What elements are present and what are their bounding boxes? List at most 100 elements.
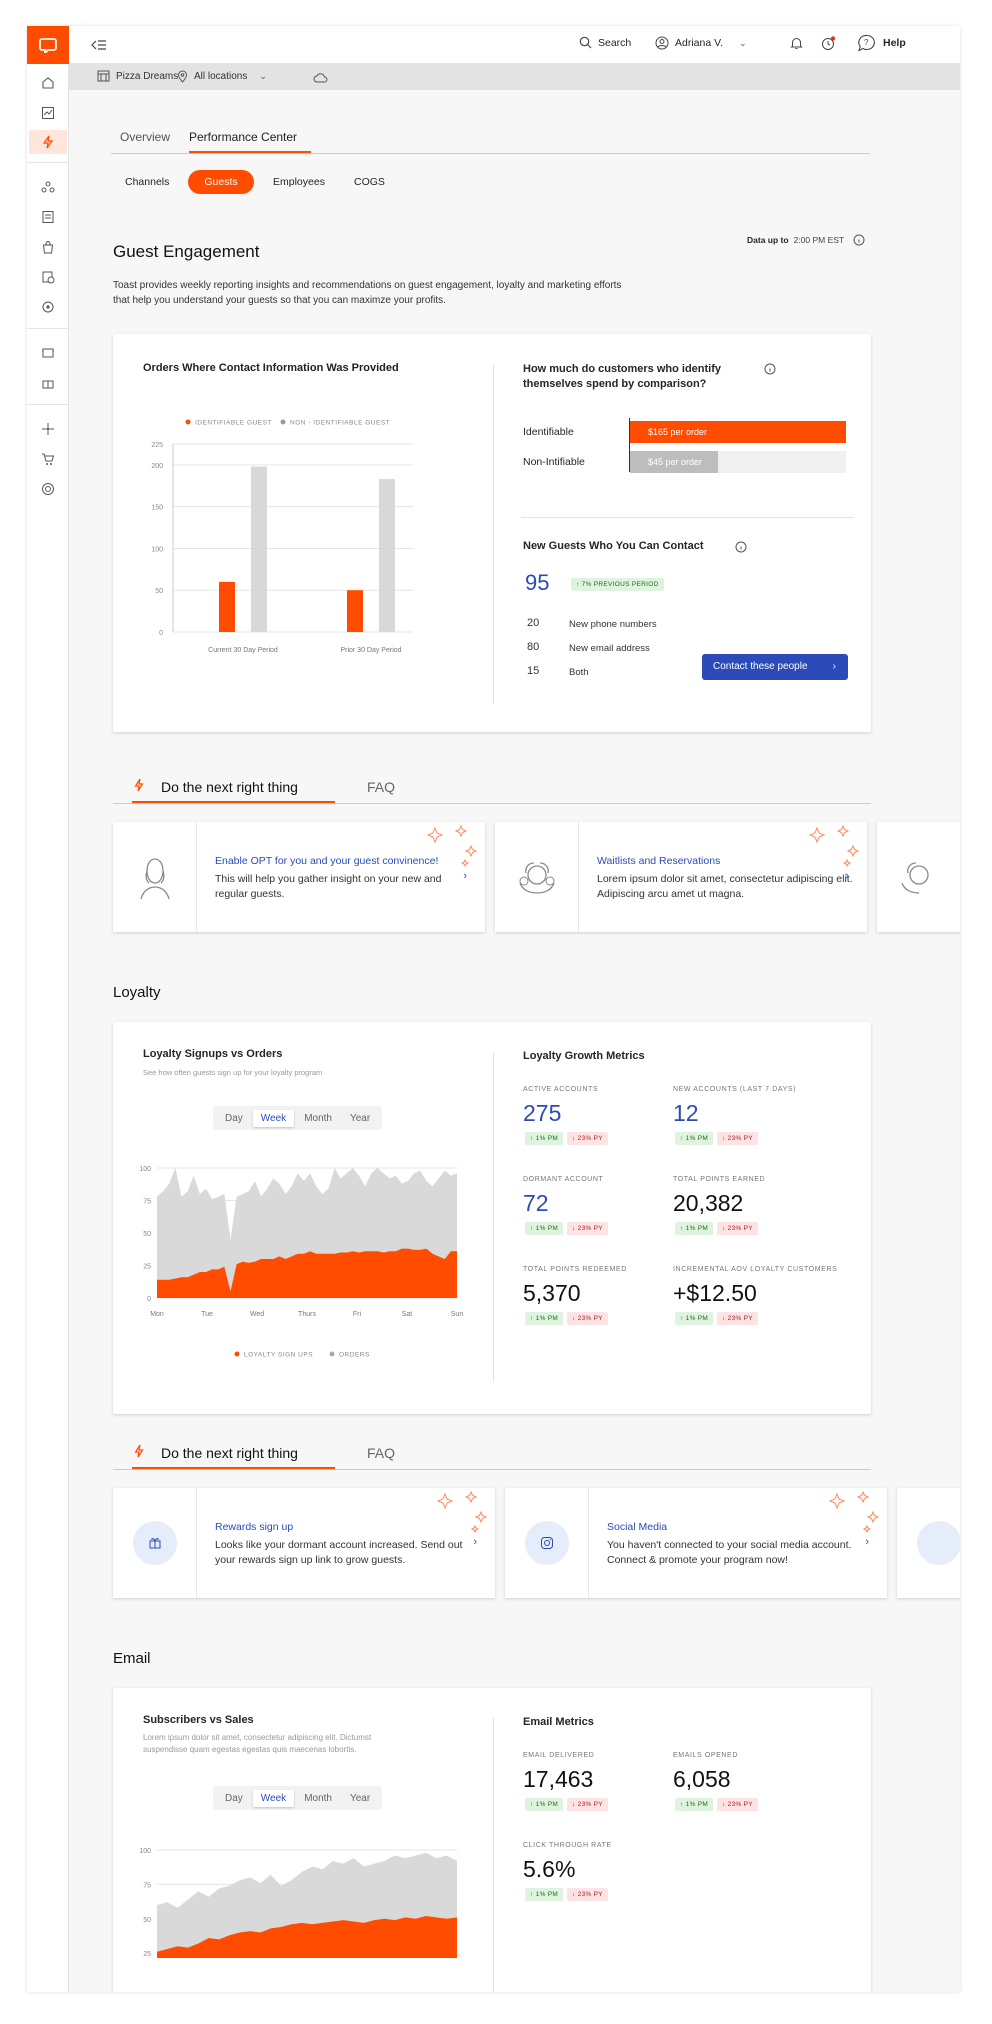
tab-overview[interactable]: Overview bbox=[120, 130, 170, 144]
recommendation-card[interactable]: Enable OPT for you and your guest convin… bbox=[113, 822, 485, 932]
guest-description-line-1: Toast provides weekly reporting insights… bbox=[113, 280, 622, 291]
home-icon[interactable] bbox=[37, 72, 59, 94]
metric-label: TOTAL POINTS EARNED bbox=[673, 1176, 766, 1183]
legend-dot bbox=[280, 419, 286, 425]
shopping-bag-icon[interactable] bbox=[37, 236, 59, 258]
metric-value: 12 bbox=[673, 1100, 699, 1126]
metric-label: DORMANT ACCOUNT bbox=[523, 1176, 604, 1183]
tab-next-right-thing[interactable]: Do the next right thing bbox=[161, 1445, 298, 1461]
spend-comparison-title: How much do customers who identify thems… bbox=[523, 363, 722, 390]
recommendation-card[interactable]: Waitlists and Reservations Lorem ipsum d… bbox=[495, 822, 867, 932]
info-icon[interactable] bbox=[764, 363, 776, 375]
timer-icon[interactable] bbox=[821, 35, 837, 56]
contact-these-people-button[interactable]: Contact these people › bbox=[702, 654, 848, 680]
guest-avatar-icon bbox=[139, 858, 170, 900]
chevron-right-icon[interactable]: › bbox=[865, 1536, 869, 1548]
chevron-right-icon[interactable]: › bbox=[463, 870, 467, 882]
metric-label: TOTAL POINTS REDEEMED bbox=[523, 1266, 627, 1273]
period-year[interactable]: Year bbox=[342, 1110, 378, 1127]
reports-icon[interactable] bbox=[37, 102, 59, 124]
period-day[interactable]: Day bbox=[217, 1790, 251, 1807]
chevron-right-icon[interactable]: › bbox=[845, 870, 849, 882]
period-day[interactable]: Day bbox=[217, 1110, 251, 1127]
team-icon[interactable] bbox=[37, 176, 59, 198]
subtab-employees[interactable]: Employees bbox=[273, 176, 325, 188]
chevron-down-icon: ⌄ bbox=[739, 37, 747, 48]
period-week[interactable]: Week bbox=[252, 1789, 295, 1807]
new-guests-title: New Guests Who You Can Contact bbox=[523, 540, 704, 552]
metric-value: +$12.50 bbox=[673, 1280, 757, 1306]
subtab-channels[interactable]: Channels bbox=[125, 176, 169, 188]
search-icon bbox=[579, 36, 592, 49]
contact-label-both: Both bbox=[569, 667, 589, 678]
sparkle-icon bbox=[427, 824, 478, 868]
tab-next-right-thing[interactable]: Do the next right thing bbox=[161, 779, 298, 795]
legend-dot bbox=[234, 1351, 240, 1357]
y-tick-label: 0 bbox=[147, 1296, 151, 1303]
metric-label: NEW ACCOUNTS (LAST 7 DAYS) bbox=[673, 1086, 797, 1093]
tab-performance-center[interactable]: Performance Center bbox=[189, 130, 297, 144]
contact-label-phone: New phone numbers bbox=[569, 619, 657, 630]
bar bbox=[347, 590, 363, 632]
period-year[interactable]: Year bbox=[342, 1790, 378, 1807]
y-tick-label: 25 bbox=[143, 1264, 151, 1271]
restaurant-selector[interactable]: Pizza Dreams bbox=[97, 70, 178, 82]
settings-circle-icon[interactable] bbox=[37, 478, 59, 500]
contact-count-phone: 20 bbox=[527, 617, 540, 629]
location-selector[interactable]: All locations ⌄ bbox=[177, 70, 267, 83]
kitchen-icon[interactable] bbox=[37, 342, 59, 364]
recommendation-title[interactable]: Waitlists and Reservations bbox=[597, 855, 720, 867]
period-month[interactable]: Month bbox=[296, 1790, 340, 1807]
metric-badge-py: ↓ 23% PY bbox=[717, 1798, 758, 1811]
tab-faq[interactable]: FAQ bbox=[367, 1445, 395, 1461]
recommendation-title[interactable]: Enable OPT for you and your guest convin… bbox=[215, 855, 438, 867]
help-chat-icon: ? bbox=[858, 34, 875, 52]
spend-bar-identifiable: $165 per order bbox=[630, 421, 846, 443]
recommendation-card-partial[interactable] bbox=[897, 1488, 960, 1598]
period-month[interactable]: Month bbox=[296, 1110, 340, 1127]
legend-label: NON - IDENTIFIABLE GUEST bbox=[290, 420, 390, 427]
x-tick-label: Sat bbox=[402, 1311, 413, 1318]
performance-icon[interactable] bbox=[29, 130, 67, 154]
loyalty-title: Loyalty bbox=[113, 984, 161, 1001]
x-tick-label: Tue bbox=[201, 1311, 213, 1318]
recommendation-title[interactable]: Rewards sign up bbox=[215, 1521, 293, 1533]
loyalty-area-chart: 100 75 50 25 0 Mon Tue Wed Thurs Fri Sat Sun LOYALTY… bbox=[139, 1166, 463, 1359]
x-tick-label: Prior 30 Day Period bbox=[340, 647, 401, 654]
instagram-icon bbox=[540, 1537, 553, 1549]
legend-label: IDENTIFIABLE GUEST bbox=[195, 420, 272, 427]
email-card: Subscribers vs Sales Lorem ipsum dolor s… bbox=[113, 1688, 871, 1992]
metric-badge-py: ↓ 23% PY bbox=[567, 1798, 608, 1811]
recommendation-card[interactable]: Social Media You haven't connected to yo… bbox=[505, 1488, 887, 1598]
gift-icon[interactable] bbox=[37, 372, 59, 394]
subtab-cogs[interactable]: COGS bbox=[354, 176, 385, 188]
notifications-icon[interactable] bbox=[790, 36, 803, 55]
metric-badge-pm: ↑ 1% PM bbox=[525, 1132, 564, 1145]
period-week[interactable]: Week bbox=[252, 1109, 295, 1127]
menu-icon[interactable] bbox=[37, 206, 59, 228]
legend-dot bbox=[185, 419, 191, 425]
collapse-sidebar-icon[interactable] bbox=[91, 38, 107, 56]
subtab-guests[interactable]: Guests bbox=[188, 170, 254, 194]
info-icon[interactable] bbox=[735, 541, 747, 553]
cloud-sync-icon[interactable] bbox=[313, 70, 328, 88]
user-menu[interactable]: Adriana V. ⌄ bbox=[655, 36, 747, 50]
help-button[interactable]: ? Help bbox=[857, 34, 906, 52]
tab-faq[interactable]: FAQ bbox=[367, 779, 395, 795]
finance-icon[interactable] bbox=[37, 266, 59, 288]
recommendation-title[interactable]: Social Media bbox=[607, 1521, 667, 1533]
recommendation-card[interactable]: Rewards sign up Looks like your dormant … bbox=[113, 1488, 495, 1598]
chevron-right-icon[interactable]: › bbox=[473, 1536, 477, 1548]
legend-label: ORDERS bbox=[339, 1352, 370, 1359]
recommendation-desc: This will help you gather insight on you… bbox=[215, 873, 442, 900]
recommendation-card-partial[interactable] bbox=[877, 822, 960, 932]
cart-icon[interactable] bbox=[37, 448, 59, 470]
metric-label: CLICK THROUGH RATE bbox=[523, 1842, 612, 1849]
tab-divider bbox=[111, 153, 870, 154]
email-title: Email bbox=[113, 1650, 151, 1667]
sync-icon[interactable] bbox=[37, 296, 59, 318]
search-button[interactable]: Search bbox=[579, 36, 631, 49]
loyalty-metrics-title: Loyalty Growth Metrics bbox=[523, 1050, 645, 1062]
integrations-icon[interactable] bbox=[37, 418, 59, 440]
toast-logo[interactable] bbox=[27, 26, 69, 64]
